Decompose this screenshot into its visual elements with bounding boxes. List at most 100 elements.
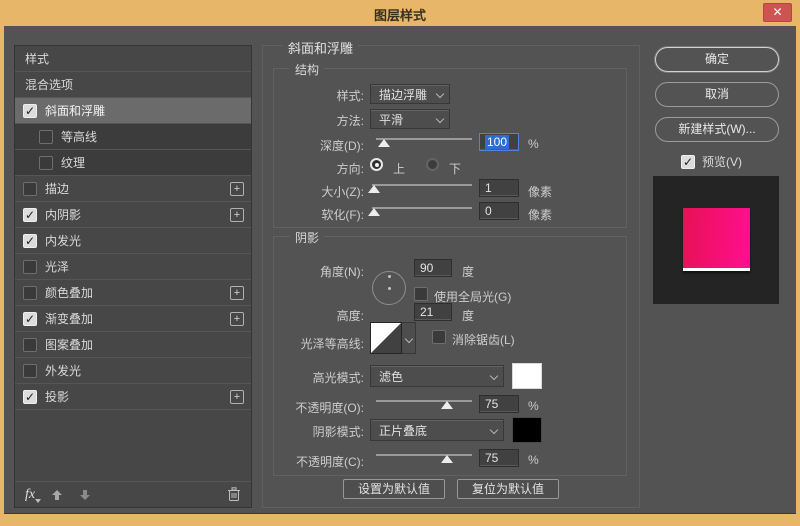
depth-slider[interactable]	[376, 133, 472, 147]
opacity-c-unit: %	[528, 453, 539, 467]
highlight-mode-value: 滤色	[379, 369, 404, 384]
unchecked-checkbox-icon[interactable]	[39, 155, 53, 170]
opacity-o-value: 75	[485, 397, 499, 411]
sidebar-item-label: 光泽	[45, 260, 70, 274]
use-global-light-checkbox[interactable]	[414, 287, 428, 301]
size-value: 1	[485, 181, 492, 195]
checked-checkbox-icon[interactable]	[23, 207, 37, 222]
sidebar-item-1[interactable]: 混合选项	[15, 72, 251, 98]
checked-checkbox-icon[interactable]	[23, 233, 37, 248]
delete-effect-icon[interactable]	[227, 487, 241, 502]
checked-checkbox-icon[interactable]	[23, 311, 37, 326]
bevel-emboss-panel: 斜面和浮雕 结构 样式: 描边浮雕 方法: 平滑 深度(D): 100 % 方向…	[262, 38, 640, 508]
unchecked-checkbox-icon[interactable]	[23, 337, 37, 352]
sidebar-item-label: 等高线	[61, 130, 98, 144]
gloss-contour-picker[interactable]	[402, 322, 416, 354]
chevron-down-icon	[404, 334, 414, 344]
checked-checkbox-icon[interactable]	[23, 103, 37, 118]
size-input[interactable]: 1	[479, 179, 519, 197]
shadow-mode-dropdown[interactable]: 正片叠底	[370, 419, 504, 441]
sidebar-item-label: 颜色叠加	[45, 286, 94, 300]
unchecked-checkbox-icon[interactable]	[23, 285, 37, 300]
sidebar-item-11[interactable]: 图案叠加	[15, 332, 251, 358]
sidebar-item-7[interactable]: 内发光	[15, 228, 251, 254]
shading-legend: 阴影	[290, 229, 325, 246]
sidebar-item-9[interactable]: 颜色叠加 +	[15, 280, 251, 306]
sidebar-item-2[interactable]: 斜面和浮雕	[15, 98, 251, 124]
new-style-button[interactable]: 新建样式(W)...	[655, 117, 779, 142]
altitude-unit: 度	[462, 309, 475, 323]
depth-unit: %	[528, 137, 539, 151]
preview-checkbox[interactable]	[681, 154, 695, 169]
add-effect-icon[interactable]: +	[230, 390, 244, 404]
opacity-c-input[interactable]: 75	[479, 449, 519, 467]
antialias-label: 消除锯齿(L)	[452, 333, 515, 347]
highlight-mode-dropdown[interactable]: 滤色	[370, 365, 504, 387]
sidebar-item-label: 图案叠加	[45, 338, 94, 352]
shadow-mode-label: 阴影模式:	[312, 425, 364, 439]
preview-toggle-row: 预览(V)	[681, 153, 742, 170]
cancel-button[interactable]: 取消	[655, 82, 779, 107]
shadow-color-swatch[interactable]	[512, 417, 542, 443]
titlebar[interactable]: 图层样式 ✕	[0, 0, 800, 26]
unchecked-checkbox-icon[interactable]	[39, 129, 53, 144]
shading-group: 阴影 角度(N): 90 度 使用全局光(G) 高度: 21 度 光泽等高线:	[273, 229, 627, 476]
checked-checkbox-icon[interactable]	[23, 389, 37, 404]
altitude-input[interactable]: 21	[414, 303, 452, 321]
add-effect-icon[interactable]: +	[230, 208, 244, 222]
close-icon[interactable]: ✕	[763, 3, 792, 22]
structure-legend: 结构	[290, 61, 325, 78]
move-up-icon[interactable]	[51, 489, 63, 501]
highlight-color-swatch[interactable]	[512, 363, 542, 389]
technique-dropdown[interactable]: 平滑	[370, 109, 450, 129]
sidebar-item-6[interactable]: 内阴影 +	[15, 202, 251, 228]
sidebar-item-label: 样式	[25, 52, 50, 66]
reset-default-button[interactable]: 复位为默认值	[457, 479, 560, 499]
sidebar-item-0[interactable]: 样式	[15, 46, 251, 72]
make-default-button[interactable]: 设置为默认值	[342, 479, 445, 499]
antialias-checkbox[interactable]	[432, 330, 446, 344]
unchecked-checkbox-icon[interactable]	[23, 259, 37, 274]
add-effect-icon[interactable]: +	[230, 312, 244, 326]
altitude-label: 高度:	[336, 309, 364, 323]
depth-input[interactable]: 100	[479, 133, 519, 151]
depth-label: 深度(D):	[320, 139, 364, 153]
add-effect-icon[interactable]: +	[230, 286, 244, 300]
sidebar-item-12[interactable]: 外发光	[15, 358, 251, 384]
sidebar-item-label: 外发光	[45, 364, 82, 378]
highlight-mode-label: 高光模式:	[312, 371, 364, 385]
direction-up-radio[interactable]	[370, 158, 383, 171]
soften-value: 0	[485, 204, 492, 218]
sidebar-item-8[interactable]: 光泽	[15, 254, 251, 280]
sidebar-item-4[interactable]: 纹理	[15, 150, 251, 176]
angle-input[interactable]: 90	[414, 259, 452, 277]
shadow-mode-value: 正片叠底	[379, 423, 428, 438]
soften-input[interactable]: 0	[479, 202, 519, 220]
sidebar-item-label: 斜面和浮雕	[45, 104, 106, 118]
move-down-icon[interactable]	[79, 489, 91, 501]
add-effect-icon[interactable]: +	[230, 182, 244, 196]
effects-list-panel: 样式混合选项斜面和浮雕等高线纹理描边 + 内阴影 + 内发光光泽颜色叠加 + 渐变叠加 + 图案…	[14, 45, 252, 508]
opacity-o-unit: %	[528, 399, 539, 413]
ok-button[interactable]: 确定	[655, 47, 779, 72]
opacity-c-slider[interactable]	[376, 449, 472, 463]
sidebar-item-5[interactable]: 描边 +	[15, 176, 251, 202]
sidebar-item-3[interactable]: 等高线	[15, 124, 251, 150]
direction-down-radio[interactable]	[426, 158, 439, 171]
gloss-contour-thumbnail[interactable]	[370, 322, 402, 354]
soften-slider[interactable]	[368, 202, 472, 216]
unchecked-checkbox-icon[interactable]	[23, 181, 37, 196]
style-dropdown[interactable]: 描边浮雕	[370, 84, 450, 104]
gloss-contour-label: 光泽等高线:	[300, 337, 364, 351]
sidebar-item-10[interactable]: 渐变叠加 +	[15, 306, 251, 332]
sidebar-item-13[interactable]: 投影 +	[15, 384, 251, 410]
unchecked-checkbox-icon[interactable]	[23, 363, 37, 378]
angle-dial[interactable]	[372, 271, 406, 305]
size-slider[interactable]	[368, 179, 472, 193]
opacity-c-value: 75	[485, 451, 499, 465]
fx-menu-icon[interactable]: fx	[25, 487, 42, 503]
opacity-o-slider[interactable]	[376, 395, 472, 409]
direction-up-label: 上	[393, 162, 406, 176]
technique-label: 方法:	[336, 114, 364, 128]
opacity-o-input[interactable]: 75	[479, 395, 519, 413]
